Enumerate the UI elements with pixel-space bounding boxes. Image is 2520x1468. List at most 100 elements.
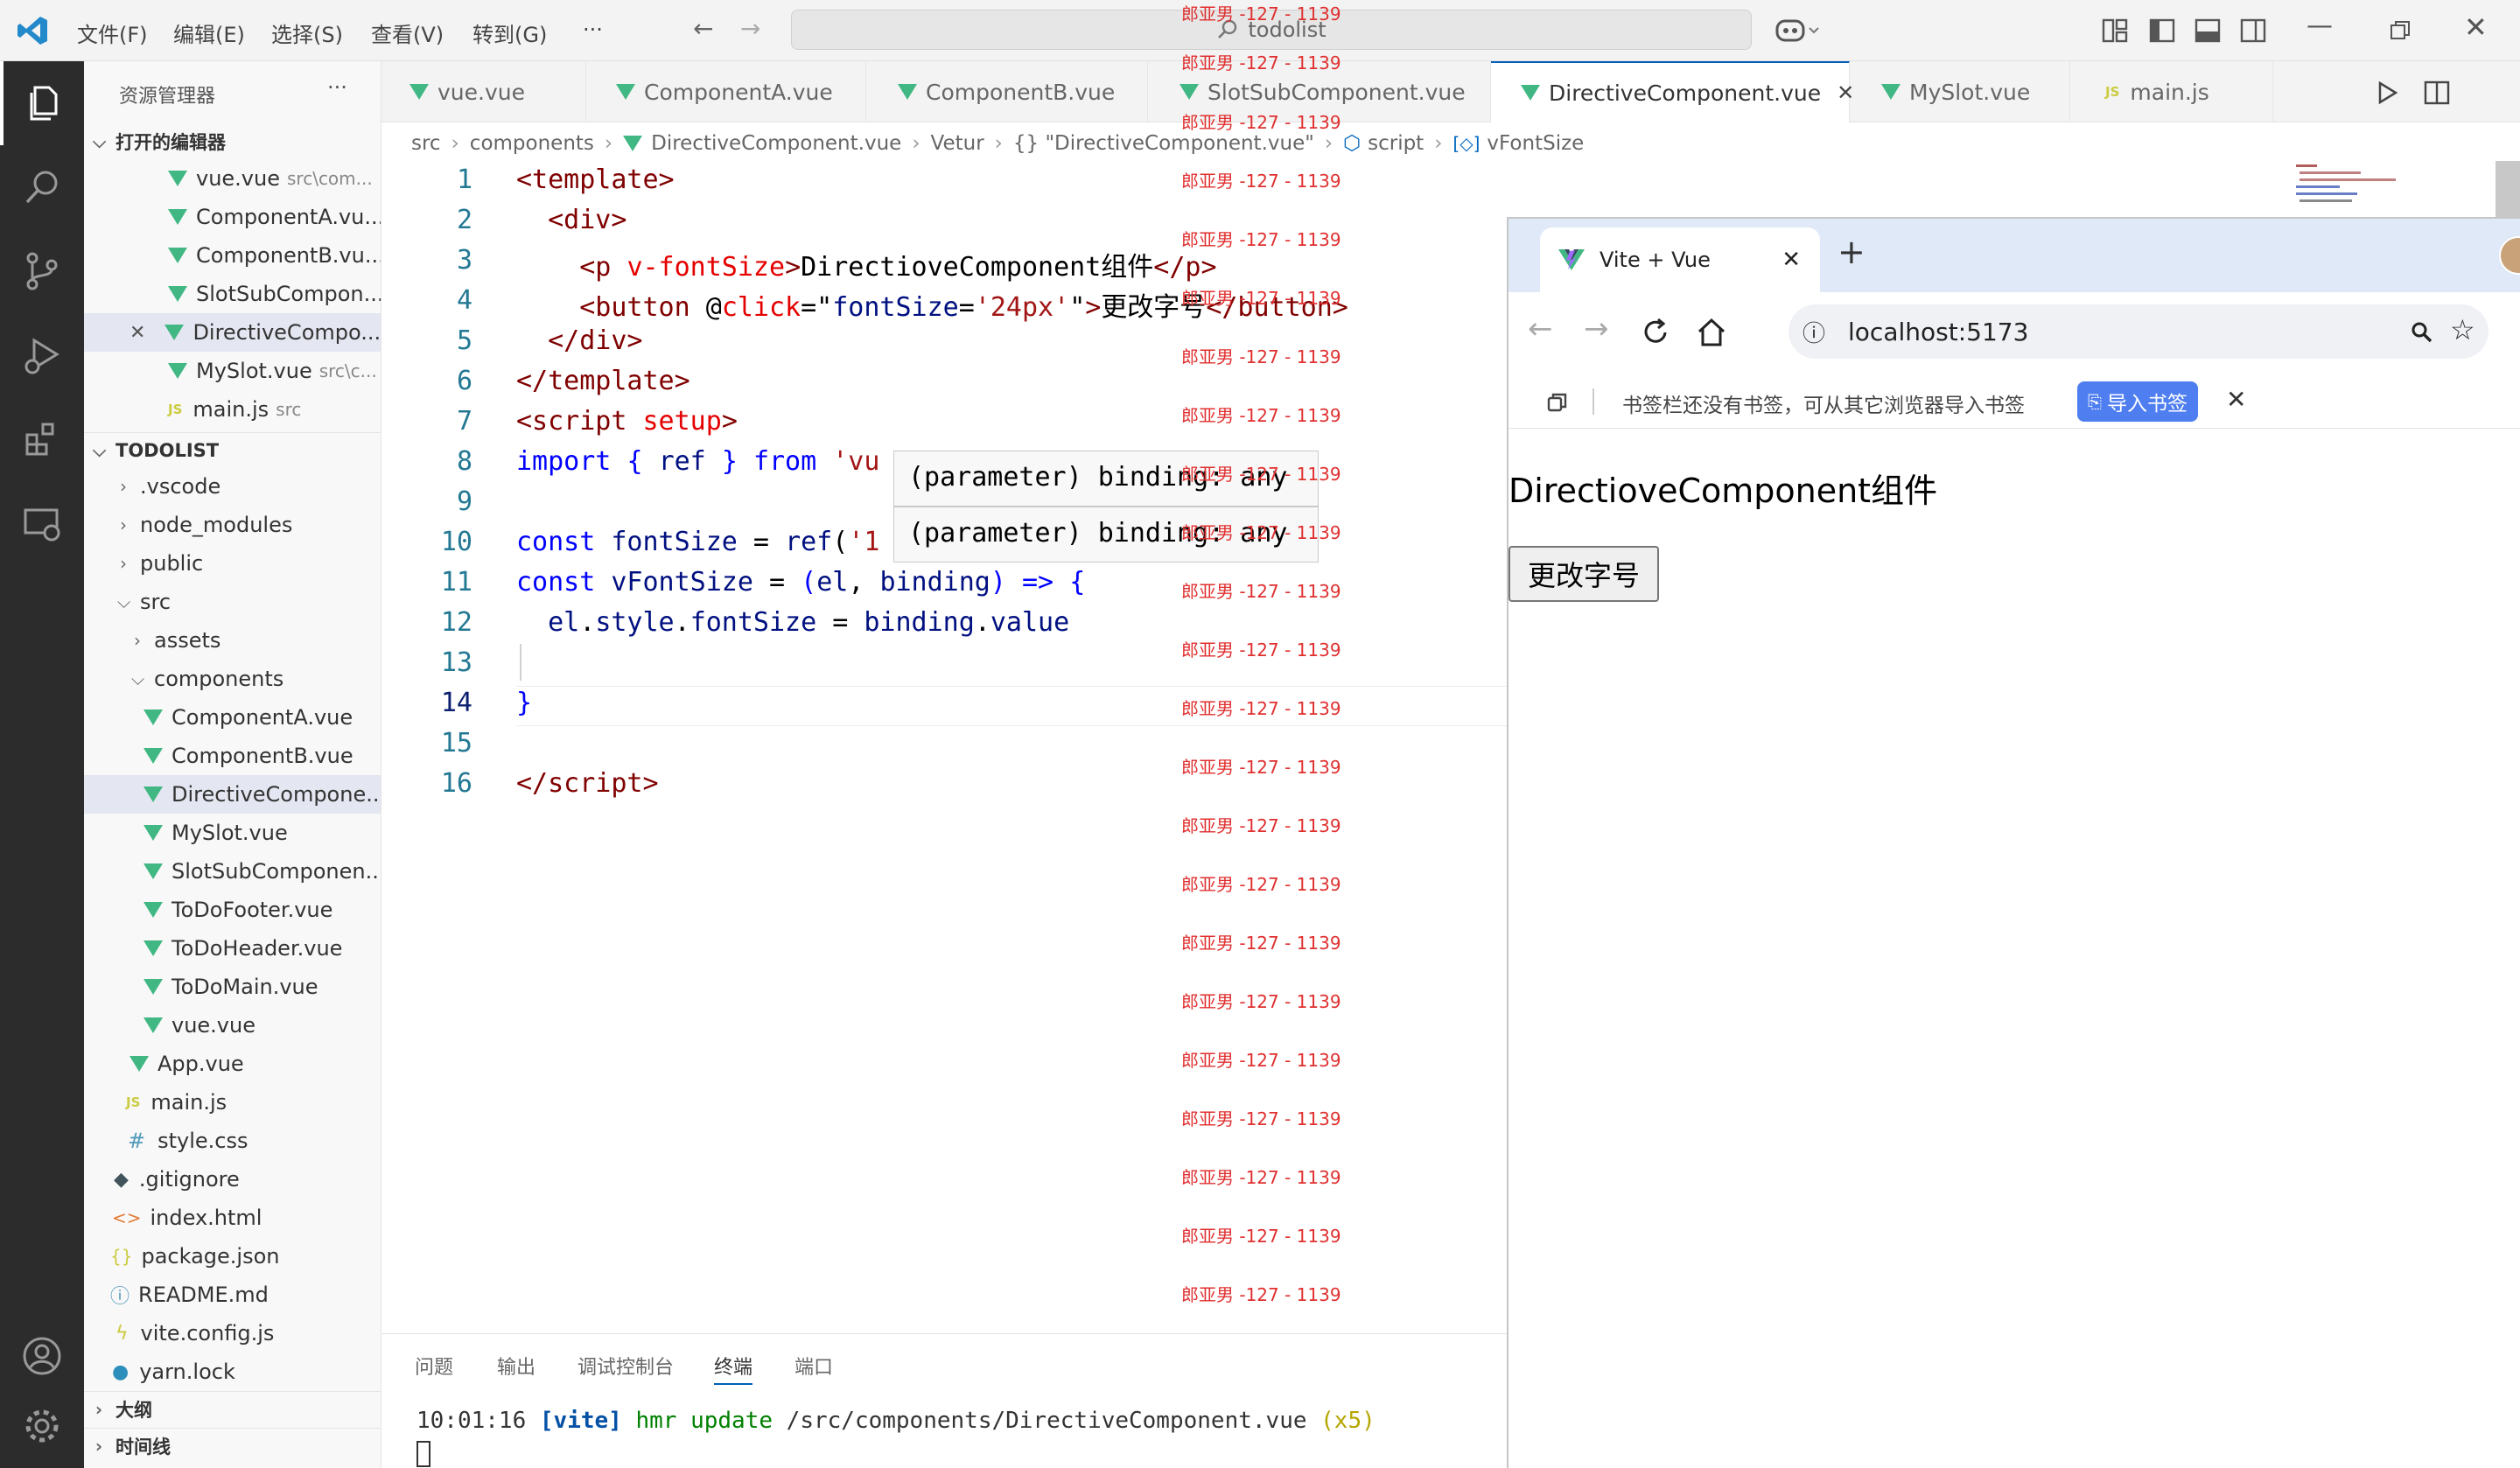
profile-avatar[interactable] bbox=[2499, 236, 2520, 275]
forward-arrow-icon[interactable]: → bbox=[740, 14, 760, 43]
toggle-panel-icon[interactable] bbox=[2194, 18, 2221, 43]
editor-scrollbar[interactable] bbox=[2496, 161, 2520, 217]
tree-file[interactable]: SlotSubComponen... bbox=[84, 852, 381, 891]
tab-directivecomponent[interactable]: DirectiveComponent.vue ✕ bbox=[1491, 61, 1854, 122]
tree-file[interactable]: ComponentB.vue bbox=[84, 737, 381, 775]
zoom-icon[interactable] bbox=[2410, 320, 2434, 345]
minimize-icon[interactable]: — bbox=[2306, 10, 2333, 41]
project-header[interactable]: ⌵ TODOLIST bbox=[84, 432, 381, 467]
tab-groups-icon[interactable] bbox=[1547, 392, 1568, 413]
panel-tab-output[interactable]: 输出 bbox=[497, 1352, 536, 1380]
tree-file[interactable]: MySlot.vue bbox=[84, 814, 381, 852]
url-field[interactable]: ⓘ localhost:5173 ☆ bbox=[1788, 304, 2488, 359]
reload-icon[interactable] bbox=[1640, 317, 1671, 348]
browser-tab[interactable]: Vite + Vue ✕ bbox=[1540, 227, 1820, 292]
extensions-activity[interactable] bbox=[0, 397, 84, 481]
explorer-activity[interactable] bbox=[0, 61, 84, 145]
remote-explorer-activity[interactable] bbox=[0, 481, 84, 565]
tree-folder[interactable]: › public bbox=[84, 544, 381, 583]
manage-activity[interactable] bbox=[0, 1384, 84, 1468]
menu-more[interactable]: ··· bbox=[583, 17, 603, 42]
tab-componentb[interactable]: ComponentB.vue bbox=[866, 61, 1148, 122]
tree-file[interactable]: ◆ .gitignore bbox=[84, 1160, 381, 1199]
site-info-icon[interactable]: ⓘ bbox=[1802, 316, 1825, 348]
tree-file[interactable]: ToDoHeader.vue bbox=[84, 929, 381, 968]
close-window-icon[interactable]: ✕ bbox=[2464, 10, 2488, 44]
menu-go[interactable]: 转到(G) bbox=[472, 17, 547, 48]
tree-folder[interactable]: › .vscode bbox=[84, 467, 381, 506]
breadcrumb-item[interactable]: {} "DirectiveComponent.vue" bbox=[1013, 132, 1314, 155]
tree-file[interactable]: JS main.js bbox=[84, 1083, 381, 1122]
tree-file[interactable]: vue.vue bbox=[84, 1006, 381, 1045]
terminal-output[interactable]: 10:01:16 [vite] hmr update /src/componen… bbox=[416, 1408, 1376, 1434]
close-bookmarks-bar-icon[interactable]: ✕ bbox=[2226, 385, 2246, 414]
timeline-header[interactable]: › 时间线 bbox=[84, 1428, 381, 1463]
breadcrumb-item[interactable]: DirectiveComponent.vue bbox=[651, 132, 901, 155]
bookmark-star-icon[interactable]: ☆ bbox=[2450, 313, 2475, 346]
tree-file[interactable]: ⓘ README.md bbox=[84, 1276, 381, 1314]
tree-file[interactable]: ● yarn.lock bbox=[84, 1353, 381, 1391]
breadcrumb-item[interactable]: Vetur bbox=[931, 132, 984, 155]
tree-folder[interactable]: › node_modules bbox=[84, 506, 381, 544]
tree-file[interactable]: <> index.html bbox=[84, 1199, 381, 1237]
menu-edit[interactable]: 编辑(E) bbox=[173, 17, 245, 48]
minimap[interactable] bbox=[2296, 161, 2401, 213]
tree-file[interactable]: ϟ vite.config.js bbox=[84, 1314, 381, 1353]
new-tab-icon[interactable]: + bbox=[1838, 233, 1866, 271]
close-tab-icon[interactable]: ✕ bbox=[1782, 247, 1801, 273]
close-editor-icon[interactable]: ✕ bbox=[130, 322, 145, 344]
forward-arrow-icon[interactable]: → bbox=[1584, 311, 1609, 346]
tab-main-js[interactable]: JS main.js bbox=[2070, 61, 2273, 122]
breadcrumb-item[interactable]: script bbox=[1368, 132, 1424, 155]
open-editor-item[interactable]: JS main.js src bbox=[84, 390, 381, 429]
breadcrumb-item[interactable]: src bbox=[411, 132, 441, 155]
menu-selection[interactable]: 选择(S) bbox=[271, 17, 343, 48]
menu-file[interactable]: 文件(F) bbox=[77, 17, 148, 48]
customize-layout-icon[interactable] bbox=[2102, 18, 2128, 43]
tab-myslot[interactable]: MySlot.vue bbox=[1850, 61, 2070, 122]
tree-file[interactable]: {} package.json bbox=[84, 1237, 381, 1276]
run-icon[interactable] bbox=[2376, 80, 2399, 105]
open-editor-item[interactable]: SlotSubCompon... bbox=[84, 275, 381, 313]
toggle-primary-sidebar-icon[interactable] bbox=[2149, 18, 2175, 43]
tree-file[interactable]: ComponentA.vue bbox=[84, 698, 381, 737]
copilot-icon[interactable] bbox=[1774, 16, 1825, 45]
breadcrumb-item[interactable]: vFontSize bbox=[1487, 132, 1584, 155]
open-editor-item-active[interactable]: ✕ DirectiveCompo... bbox=[84, 313, 381, 352]
tree-file[interactable]: App.vue bbox=[84, 1045, 381, 1083]
import-bookmarks-button[interactable]: ⎘ 导入书签 bbox=[2077, 381, 2198, 422]
tab-vue-vue[interactable]: vue.vue bbox=[382, 61, 586, 122]
open-editor-item[interactable]: vue.vue src\com... bbox=[84, 159, 381, 198]
line-number-active: 14 bbox=[440, 688, 472, 718]
panel-tab-ports[interactable]: 端口 bbox=[794, 1352, 833, 1380]
tree-file[interactable]: ToDoFooter.vue bbox=[84, 891, 381, 929]
open-editor-item[interactable]: ComponentB.vu... bbox=[84, 236, 381, 275]
panel-tab-problems[interactable]: 问题 bbox=[415, 1352, 453, 1380]
tree-folder[interactable]: ⌵ components bbox=[84, 660, 381, 698]
panel-tab-debug-console[interactable]: 调试控制台 bbox=[578, 1352, 674, 1380]
change-font-size-button[interactable]: 更改字号 bbox=[1508, 546, 1660, 602]
search-activity[interactable] bbox=[0, 145, 84, 229]
tree-folder[interactable]: › assets bbox=[84, 621, 381, 660]
tab-componenta[interactable]: ComponentA.vue bbox=[586, 61, 866, 122]
tree-file[interactable]: ToDoMain.vue bbox=[84, 968, 381, 1006]
open-editors-header[interactable]: ⌵ 打开的编辑器 bbox=[84, 124, 381, 159]
outline-header[interactable]: › 大纲 bbox=[84, 1391, 381, 1426]
tree-folder[interactable]: ⌵ src bbox=[84, 583, 381, 621]
tree-file-active[interactable]: DirectiveCompone... bbox=[84, 775, 381, 814]
home-icon[interactable] bbox=[1696, 317, 1727, 348]
source-control-activity[interactable] bbox=[0, 229, 84, 313]
breadcrumb-item[interactable]: components bbox=[470, 132, 594, 155]
explorer-more-icon[interactable]: ··· bbox=[327, 75, 347, 100]
open-editor-item[interactable]: ComponentA.vu... bbox=[84, 198, 381, 236]
panel-tab-terminal[interactable]: 终端 bbox=[714, 1352, 753, 1385]
back-arrow-icon[interactable]: ← bbox=[1528, 311, 1553, 346]
back-arrow-icon[interactable]: ← bbox=[693, 14, 713, 43]
toggle-secondary-sidebar-icon[interactable] bbox=[2240, 18, 2266, 43]
run-debug-activity[interactable] bbox=[0, 313, 84, 397]
split-editor-icon[interactable] bbox=[2424, 80, 2450, 105]
restore-icon[interactable] bbox=[2389, 19, 2412, 42]
open-editor-item[interactable]: MySlot.vue src\c... bbox=[84, 352, 381, 390]
menu-view[interactable]: 查看(V) bbox=[371, 17, 444, 48]
tree-file[interactable]: # style.css bbox=[84, 1122, 381, 1160]
